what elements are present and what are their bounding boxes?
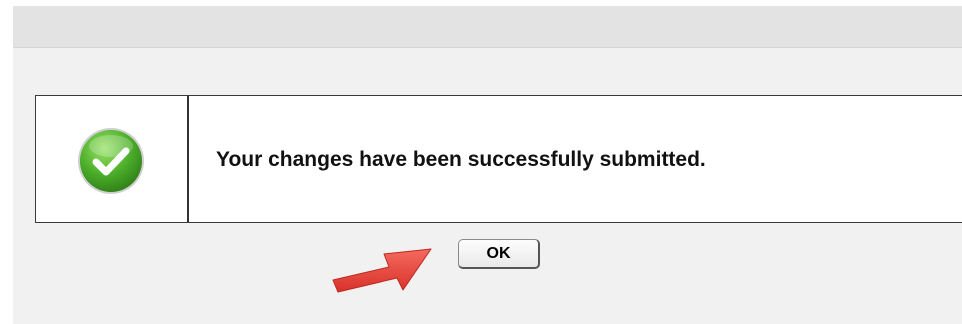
title-bar	[13, 6, 962, 48]
success-check-icon	[78, 128, 144, 194]
ok-button[interactable]: OK	[458, 239, 540, 269]
success-message: Your changes have been successfully subm…	[216, 148, 706, 171]
message-box: Your changes have been successfully subm…	[35, 95, 962, 223]
dialog-window: Your changes have been successfully subm…	[13, 6, 962, 324]
status-icon-cell	[36, 96, 189, 222]
red-arrow-pointer-icon	[332, 248, 432, 293]
